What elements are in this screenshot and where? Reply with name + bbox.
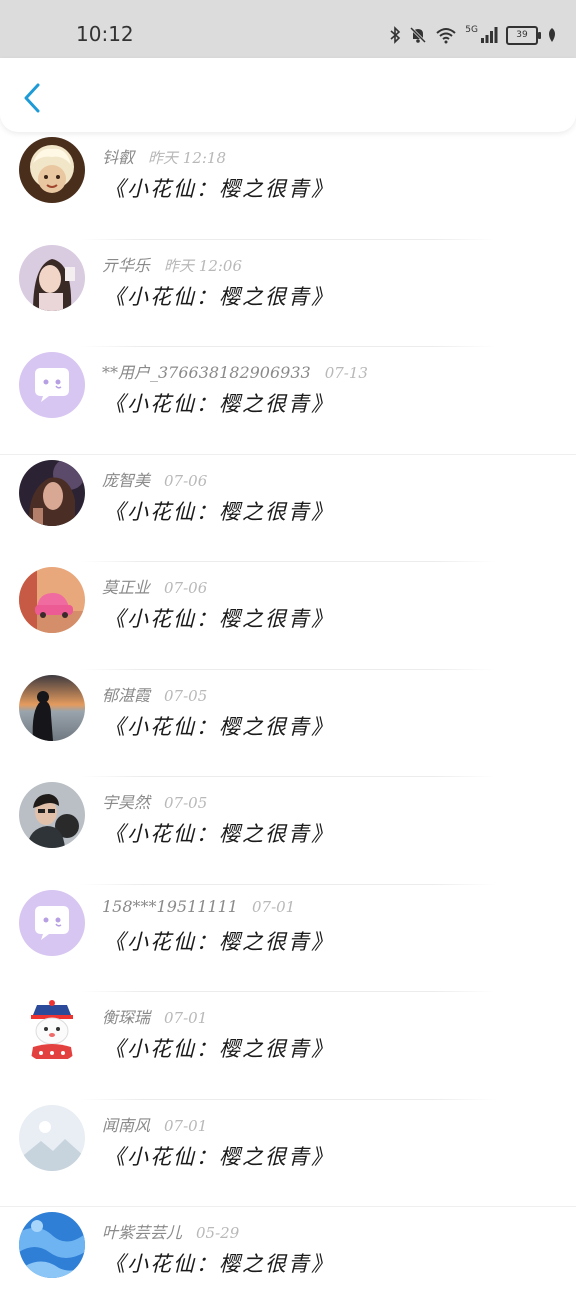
comment-message: 《小花仙：樱之很青》 — [104, 1037, 334, 1061]
username: **用户_376638182906933 — [102, 363, 311, 382]
username: 郁湛霞 — [102, 685, 151, 705]
comment-message: 《小花仙：樱之很青》 — [104, 284, 334, 309]
network-label: 5G — [465, 25, 478, 35]
list-item[interactable]: **用户_376638182906933 07-13 《小花仙：樱之很青》 — [0, 347, 576, 455]
username: 叶紫芸芸儿 — [102, 1223, 183, 1242]
list-item[interactable]: 钭叡 昨天 12:18 《小花仙：樱之很青》 — [0, 132, 576, 240]
blue-texture-avatar[interactable] — [19, 1212, 85, 1278]
comment-list: 钭叡 昨天 12:18 《小花仙：樱之很青》 亓华乐 昨天 12:06 《小花仙：樱… — [0, 132, 576, 1315]
list-item[interactable]: 158***19511111 07-01 《小花仙：樱之很青》 — [0, 885, 576, 992]
back-button[interactable] — [16, 80, 48, 116]
comment-meta: 宇昊然 07-05 — [102, 789, 207, 813]
comment-message: 《小花仙：樱之很青》 — [104, 714, 334, 739]
comment-message: 《小花仙：樱之很青》 — [104, 392, 334, 416]
comment-message: 《小花仙：樱之很青》 — [104, 177, 334, 201]
comment-date: 07-06 — [164, 471, 208, 490]
chevron-left-icon — [24, 83, 40, 113]
comment-date: 07-05 — [164, 686, 208, 705]
signal-icon — [480, 26, 498, 44]
comment-message: 《小花仙：樱之很青》 — [104, 1144, 334, 1169]
comment-meta: 郁湛霞 07-05 — [102, 682, 207, 706]
comment-meta: 衡琛瑞 07-01 — [102, 1004, 207, 1028]
battery-icon: 39 — [506, 25, 541, 45]
wifi-icon — [435, 26, 457, 44]
default-chat-avatar[interactable] — [19, 889, 85, 956]
comment-date: 07-06 — [164, 579, 208, 597]
cartoon-snowman-avatar[interactable] — [19, 997, 85, 1063]
username: 158***19511111 — [102, 896, 238, 916]
list-item[interactable]: 庞智美 07-06 《小花仙：樱之很青》 — [0, 455, 576, 562]
comment-message: 《小花仙：樱之很青》 — [104, 929, 334, 954]
username: 亓华乐 — [102, 255, 151, 275]
comment-meta: 莫正业 07-06 — [102, 574, 207, 598]
comment-message: 《小花仙：樱之很青》 — [104, 607, 334, 631]
comment-meta: 叶紫芸芸儿 05-29 — [102, 1219, 239, 1243]
list-item[interactable]: 亓华乐 昨天 12:06 《小花仙：樱之很青》 — [0, 240, 576, 347]
list-item[interactable]: 宇昊然 07-05 《小花仙：樱之很青》 — [0, 777, 576, 885]
comment-message: 《小花仙：樱之很青》 — [104, 499, 334, 524]
cartoon-girl-avatar[interactable] — [19, 137, 85, 203]
bell-muted-icon — [409, 26, 427, 44]
list-item[interactable]: 郁湛霞 07-05 《小花仙：樱之很青》 — [0, 670, 576, 777]
username: 闻南风 — [102, 1115, 151, 1135]
comment-date: 昨天 12:18 — [148, 149, 227, 167]
portrait-girl-avatar[interactable] — [19, 244, 85, 311]
pink-car-avatar[interactable] — [19, 567, 85, 633]
status-bar: 10:12 5G 39 — [0, 0, 576, 60]
comment-message: 《小花仙：樱之很青》 — [104, 822, 334, 846]
comment-date: 07-05 — [164, 794, 208, 812]
comment-date: 07-01 — [164, 1116, 208, 1135]
man-portrait-avatar[interactable] — [19, 782, 85, 848]
comment-date: 05-29 — [196, 1224, 240, 1242]
username: 宇昊然 — [102, 793, 151, 812]
comment-meta: 亓华乐 昨天 12:06 — [102, 252, 242, 276]
username: 钭叡 — [102, 148, 135, 167]
username: 莫正业 — [102, 578, 151, 597]
bluetooth-icon — [389, 26, 401, 44]
comment-meta: **用户_376638182906933 07-13 — [102, 359, 368, 383]
list-item[interactable]: 莫正业 07-06 《小花仙：樱之很青》 — [0, 562, 576, 670]
comment-meta: 庞智美 07-06 — [102, 467, 207, 491]
list-item[interactable]: 闻南风 07-01 《小花仙：樱之很青》 — [0, 1100, 576, 1207]
comment-date: 07-01 — [251, 897, 296, 916]
username: 衡琛瑞 — [102, 1008, 151, 1027]
comment-date: 07-13 — [324, 364, 368, 382]
comment-meta: 钭叡 昨天 12:18 — [102, 144, 226, 168]
page-header — [0, 58, 576, 132]
leaf-icon — [546, 27, 558, 43]
default-chat-avatar[interactable] — [19, 352, 85, 418]
portrait-avatar[interactable] — [19, 459, 85, 526]
comment-message: 《小花仙：樱之很青》 — [104, 1252, 334, 1276]
comment-date: 昨天 12:06 — [164, 256, 243, 275]
comment-meta: 158***19511111 07-01 — [102, 897, 295, 916]
comment-meta: 闻南风 07-01 — [102, 1112, 207, 1136]
username: 庞智美 — [102, 470, 151, 490]
sunset-girl-avatar[interactable] — [19, 674, 85, 741]
placeholder-image-avatar[interactable] — [19, 1104, 85, 1171]
list-item[interactable]: 衡琛瑞 07-01 《小花仙：樱之很青》 — [0, 992, 576, 1100]
status-time: 10:12 — [76, 22, 134, 46]
status-icons: 5G 39 — [389, 22, 558, 48]
list-item[interactable]: 叶紫芸芸儿 05-29 《小花仙：樱之很青》 — [0, 1207, 576, 1315]
comment-date: 07-01 — [164, 1009, 208, 1027]
